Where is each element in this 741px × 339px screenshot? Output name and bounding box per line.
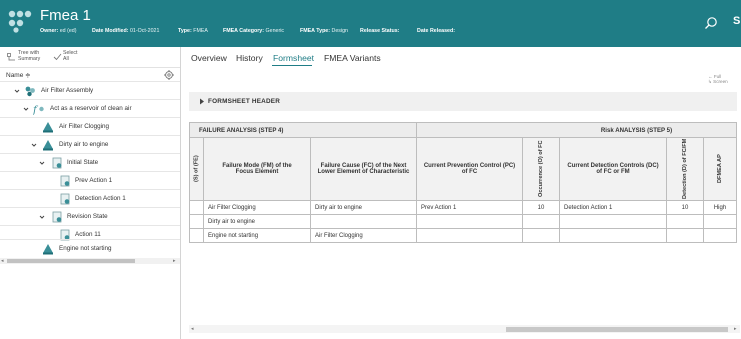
tab-overview[interactable]: Overview — [191, 53, 227, 63]
table-cell[interactable] — [703, 228, 737, 243]
column-header-occurrence: Occurrence (O) of FC — [522, 137, 560, 201]
tree-item-detection-action-1[interactable]: Detection Action 1 — [0, 189, 180, 207]
tree-item-air-filter-assembly[interactable]: Air Filter Assembly — [0, 81, 180, 99]
table-cell[interactable] — [703, 214, 737, 229]
table-cell[interactable] — [189, 214, 204, 229]
table-cell[interactable] — [666, 228, 704, 243]
tree-summary-icon — [7, 53, 15, 61]
failure-icon — [43, 244, 53, 255]
formsheet-table: FAILURE ANALYSIS (STEP 4) Risk ANALYSIS … — [189, 122, 737, 243]
column-header-prevention-control: Current Prevention Control (PC) of FC — [416, 137, 523, 201]
active-tab-indicator — [272, 65, 312, 66]
chevron-down-icon[interactable] — [31, 142, 37, 148]
table-cell[interactable] — [189, 200, 204, 215]
chevron-down-icon[interactable] — [39, 214, 45, 220]
action-document-icon — [60, 193, 70, 205]
tree-item-prev-action-1[interactable]: Prev Action 1 — [0, 171, 180, 189]
tree-item-engine-not-starting[interactable]: Engine not starting — [0, 239, 180, 257]
table-cell[interactable] — [559, 214, 667, 229]
release-status-info: Release Status: — [360, 28, 400, 34]
scroll-right-icon[interactable]: ▸ — [734, 326, 737, 332]
app-header: Fmea 1 Owner: ed (ed) Date Modified: 01-… — [0, 0, 741, 47]
tree-item-air-filter-clogging[interactable]: Air Filter Clogging — [0, 117, 180, 135]
assembly-icon — [25, 86, 35, 97]
chevron-down-icon[interactable] — [14, 88, 20, 94]
table-cell[interactable] — [522, 214, 560, 229]
type-info: Type: FMEA — [178, 28, 208, 34]
column-header-failure-cause: Failure Cause (FC) of the Next Lower Ele… — [310, 137, 417, 201]
chevron-down-icon[interactable] — [39, 160, 45, 166]
table-cell[interactable]: Air Filter Clogging — [203, 200, 311, 215]
tab-history[interactable]: History — [236, 53, 263, 63]
step4-header: FAILURE ANALYSIS (STEP 4) — [189, 122, 417, 138]
user-initial[interactable]: S — [733, 15, 740, 27]
scroll-right-icon[interactable]: ▸ — [173, 258, 176, 264]
formsheet-header-section[interactable]: FORMSHEET HEADER — [189, 92, 737, 111]
page-title: Fmea 1 — [40, 7, 91, 24]
tree-with-summary-button[interactable]: Tree with Summary — [18, 50, 40, 62]
tree-item-initial-state[interactable]: Initial State — [0, 153, 180, 171]
gear-icon[interactable] — [164, 70, 174, 80]
tree-horizontal-scrollbar[interactable]: ◂ ▸ — [0, 258, 180, 264]
table-cell[interactable] — [310, 214, 417, 229]
document-icon — [52, 211, 62, 223]
full-screen-button[interactable]: ← Full ↳ Screen — [708, 74, 728, 84]
table-cell[interactable] — [559, 228, 667, 243]
table-cell[interactable]: High — [703, 200, 737, 215]
select-all-button[interactable]: Select All — [63, 50, 77, 62]
date-modified-info: Date Modified: 01-Oct-2021 — [92, 28, 160, 34]
failure-icon — [43, 140, 53, 151]
scrollbar-thumb[interactable] — [7, 259, 135, 263]
owner-info: Owner: ed (ed) — [40, 28, 77, 34]
date-released-info: Date Released: — [417, 28, 455, 34]
tab-fmea-variants[interactable]: FMEA Variants — [324, 53, 381, 63]
fmea-type-info: FMEA Type: Design — [300, 28, 348, 34]
column-header-failure-mode: Failure Mode (FM) of the Focus Element — [203, 137, 311, 201]
svg-text:f: f — [33, 105, 39, 115]
fmea-category-info: FMEA Category: Generic — [223, 28, 285, 34]
table-cell[interactable]: Prev Action 1 — [416, 200, 523, 215]
chevron-down-icon[interactable] — [23, 106, 29, 112]
scroll-left-icon[interactable]: ◂ — [1, 258, 4, 264]
column-header-detection-controls: Current Detection Controls (DC) of FC or… — [559, 137, 667, 201]
column-header-detection: Detection (D) of FC/FM — [666, 137, 704, 201]
column-header-dfmea-ap: DFMEA AP — [703, 137, 737, 201]
document-icon — [52, 157, 62, 169]
failure-icon — [43, 122, 53, 133]
structure-tree-panel: Tree with Summary Select All Name ≑ Air … — [0, 47, 181, 339]
table-cell[interactable] — [416, 214, 523, 229]
tree-item-dirty-air-to-engine[interactable]: Dirty air to engine — [0, 135, 180, 153]
column-header-severity: (S) of (FE) — [189, 137, 204, 201]
tab-formsheet[interactable]: Formsheet — [273, 53, 314, 63]
table-cell[interactable] — [189, 228, 204, 243]
table-cell[interactable] — [666, 214, 704, 229]
function-icon: f — [33, 105, 44, 115]
tree-item-revision-state[interactable]: Revision State — [0, 207, 180, 225]
scroll-left-icon[interactable]: ◂ — [191, 326, 194, 332]
table-cell[interactable]: Detection Action 1 — [559, 200, 667, 215]
table-cell[interactable]: Dirty air to engine — [310, 200, 417, 215]
table-horizontal-scrollbar[interactable]: ◂ ▸ — [189, 325, 740, 333]
chevron-right-icon[interactable] — [199, 98, 205, 105]
tree-item-act-as-reservoir[interactable]: f Act as a reservoir of clean air — [0, 99, 180, 117]
search-icon[interactable] — [704, 16, 718, 30]
table-cell[interactable] — [522, 228, 560, 243]
table-cell[interactable]: Engine not starting — [203, 228, 311, 243]
table-cell[interactable]: 10 — [666, 200, 704, 215]
step5-header: Risk ANALYSIS (STEP 5) — [416, 122, 737, 138]
scrollbar-thumb[interactable] — [506, 327, 728, 332]
table-cell[interactable] — [416, 228, 523, 243]
tree-toolbar: Tree with Summary Select All — [0, 47, 180, 68]
table-cell[interactable]: 10 — [522, 200, 560, 215]
table-cell[interactable]: Air Filter Clogging — [310, 228, 417, 243]
action-document-icon — [60, 175, 70, 187]
table-cell[interactable]: Dirty air to engine — [203, 214, 311, 229]
name-column-header[interactable]: Name ≑ — [6, 71, 31, 79]
checkmark-icon — [53, 53, 62, 61]
fmea-logo-icon — [8, 10, 32, 33]
